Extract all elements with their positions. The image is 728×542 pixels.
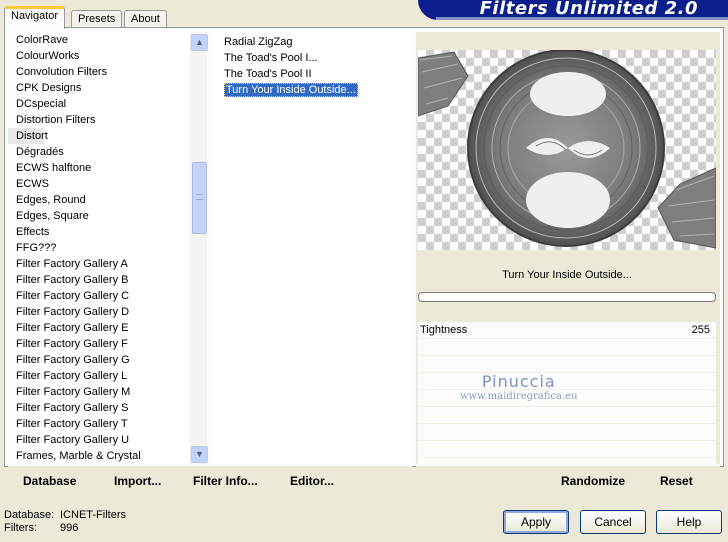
- randomize-link[interactable]: Randomize: [561, 474, 625, 488]
- category-item[interactable]: Convolution Filters: [8, 64, 190, 80]
- filter-item[interactable]: The Toad's Pool II: [212, 66, 412, 82]
- category-item[interactable]: Filter Factory Gallery C: [8, 288, 190, 304]
- tab-about[interactable]: About: [124, 10, 167, 28]
- category-item[interactable]: Edges, Round: [8, 192, 190, 208]
- left-link-bar: Database Import... Filter Info... Editor…: [8, 466, 412, 492]
- scroll-down-icon[interactable]: ▼: [191, 446, 208, 463]
- category-item[interactable]: Filter Factory Gallery M: [8, 384, 190, 400]
- param-row-empty: [418, 441, 716, 458]
- category-item[interactable]: Filter Factory Gallery A: [8, 256, 190, 272]
- category-list[interactable]: ColorRave ColourWorks Convolution Filters C…: [8, 32, 190, 464]
- right-panel: Turn Your Inside Outside... Tightness 25…: [416, 32, 720, 464]
- import-link[interactable]: Import...: [114, 474, 161, 488]
- param-label: Tightness: [420, 324, 468, 336]
- category-panel: ColorRave ColourWorks Convolution Filters C…: [8, 32, 208, 464]
- parameter-list: Tightness 255 Pinuccia www.maidiregrafic…: [418, 322, 716, 464]
- category-item[interactable]: Frames, Marble & Crystal: [8, 448, 190, 464]
- filter-item-label: Turn Your Inside Outside...: [224, 83, 358, 97]
- param-value: 255: [691, 324, 710, 336]
- filters-count: 996: [60, 522, 79, 534]
- category-item[interactable]: Filter Factory Gallery B: [8, 272, 190, 288]
- param-row-empty: [418, 339, 716, 356]
- category-item[interactable]: Filter Factory Gallery G: [8, 352, 190, 368]
- cancel-button[interactable]: Cancel: [580, 510, 646, 534]
- category-item[interactable]: Filter Factory Gallery E: [8, 320, 190, 336]
- watermark: Pinuccia www.maidiregrafica.eu: [460, 372, 578, 402]
- watermark-url: www.maidiregrafica.eu: [460, 391, 578, 402]
- filter-item-label: Radial ZigZag: [224, 36, 293, 48]
- filter-info-link[interactable]: Filter Info...: [193, 474, 258, 488]
- scroll-thumb[interactable]: [192, 162, 207, 234]
- category-item[interactable]: Filter Factory Gallery F: [8, 336, 190, 352]
- filter-item[interactable]: The Toad's Pool I...: [212, 50, 412, 66]
- help-button[interactable]: Help: [656, 510, 722, 534]
- category-item[interactable]: ECWS: [8, 176, 190, 192]
- category-item[interactable]: DCspecial: [8, 96, 190, 112]
- filter-item[interactable]: Radial ZigZag: [212, 34, 412, 50]
- category-item[interactable]: ColorRave: [8, 32, 190, 48]
- category-item[interactable]: Filter Factory Gallery D: [8, 304, 190, 320]
- watermark-name: Pinuccia: [481, 372, 556, 391]
- filter-item-label: The Toad's Pool II: [224, 68, 312, 80]
- preview-graphic: [418, 50, 716, 249]
- editor-link[interactable]: Editor...: [290, 474, 334, 488]
- param-row-empty: [418, 424, 716, 441]
- title-banner: Filters Unlimited 2.0: [418, 0, 728, 20]
- category-item[interactable]: Filter Factory Gallery S: [8, 400, 190, 416]
- category-item[interactable]: Dégradés: [8, 144, 190, 160]
- database-link[interactable]: Database: [23, 474, 76, 488]
- param-row-tightness[interactable]: Tightness 255: [418, 322, 716, 339]
- filter-item-label: The Toad's Pool I...: [224, 52, 318, 64]
- tab-presets[interactable]: Presets: [71, 10, 123, 28]
- category-item[interactable]: Distort: [8, 128, 48, 144]
- category-item[interactable]: Effects: [8, 224, 190, 240]
- category-item[interactable]: Distortion Filters: [8, 112, 190, 128]
- param-row-empty: [418, 356, 716, 373]
- preview-image: [418, 50, 716, 250]
- preview-filter-name: Turn Your Inside Outside...: [502, 269, 632, 281]
- filter-list[interactable]: Radial ZigZag The Toad's Pool I... The Toa…: [212, 32, 412, 98]
- category-item[interactable]: CPK Designs: [8, 80, 190, 96]
- reset-link[interactable]: Reset: [660, 474, 693, 488]
- tab-navigator[interactable]: Navigator: [4, 6, 66, 29]
- param-row-empty: [418, 407, 716, 424]
- category-scrollbar[interactable]: ▲ ▼: [190, 32, 208, 464]
- filter-item[interactable]: Turn Your Inside Outside...: [212, 82, 412, 98]
- status-database: Database: ICNET-Filters: [4, 509, 126, 521]
- category-item[interactable]: Filter Factory Gallery T: [8, 416, 190, 432]
- progress-bar: [418, 292, 716, 302]
- category-item[interactable]: FFG???: [8, 240, 190, 256]
- category-item[interactable]: Filter Factory Gallery L: [8, 368, 190, 384]
- database-value: ICNET-Filters: [60, 509, 126, 521]
- apply-button[interactable]: Apply: [503, 510, 569, 534]
- category-item[interactable]: Filter Factory Gallery U: [8, 432, 190, 448]
- status-filters: Filters: 996: [4, 522, 79, 534]
- category-item[interactable]: Edges, Square: [8, 208, 190, 224]
- scroll-up-icon[interactable]: ▲: [191, 34, 208, 51]
- category-item[interactable]: ECWS halftone: [8, 160, 190, 176]
- right-link-bar: Randomize Reset: [416, 466, 720, 492]
- category-item[interactable]: ColourWorks: [8, 48, 190, 64]
- filter-panel: Radial ZigZag The Toad's Pool I... The Toa…: [212, 32, 412, 464]
- app-title: Filters Unlimited 2.0: [479, 0, 698, 19]
